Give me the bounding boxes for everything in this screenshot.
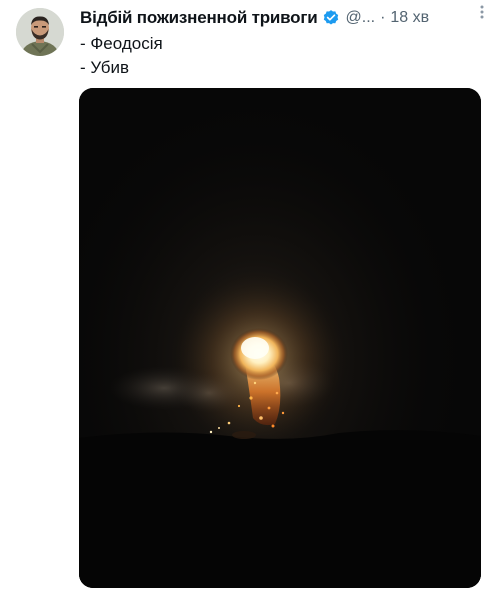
explosion-night-photo <box>79 88 481 588</box>
author-display-name[interactable]: Відбій пожизненной тривоги <box>80 8 318 28</box>
tweet-text-line: - Феодосія <box>80 34 163 53</box>
tweet-text-line: - Убив <box>80 58 130 77</box>
tweet-media-photo[interactable] <box>79 88 481 588</box>
author-handle[interactable]: @... <box>346 9 376 27</box>
tweet[interactable]: Відбій пожизненной тривоги @... · 18 хв … <box>0 0 496 600</box>
tweet-timestamp[interactable]: 18 хв <box>390 9 429 27</box>
tweet-header: Відбій пожизненной тривоги @... · 18 хв <box>80 6 482 30</box>
avatar[interactable] <box>16 8 64 56</box>
verified-badge-icon <box>322 9 340 27</box>
separator-dot: · <box>380 9 386 26</box>
more-vertical-icon[interactable] <box>472 2 492 22</box>
